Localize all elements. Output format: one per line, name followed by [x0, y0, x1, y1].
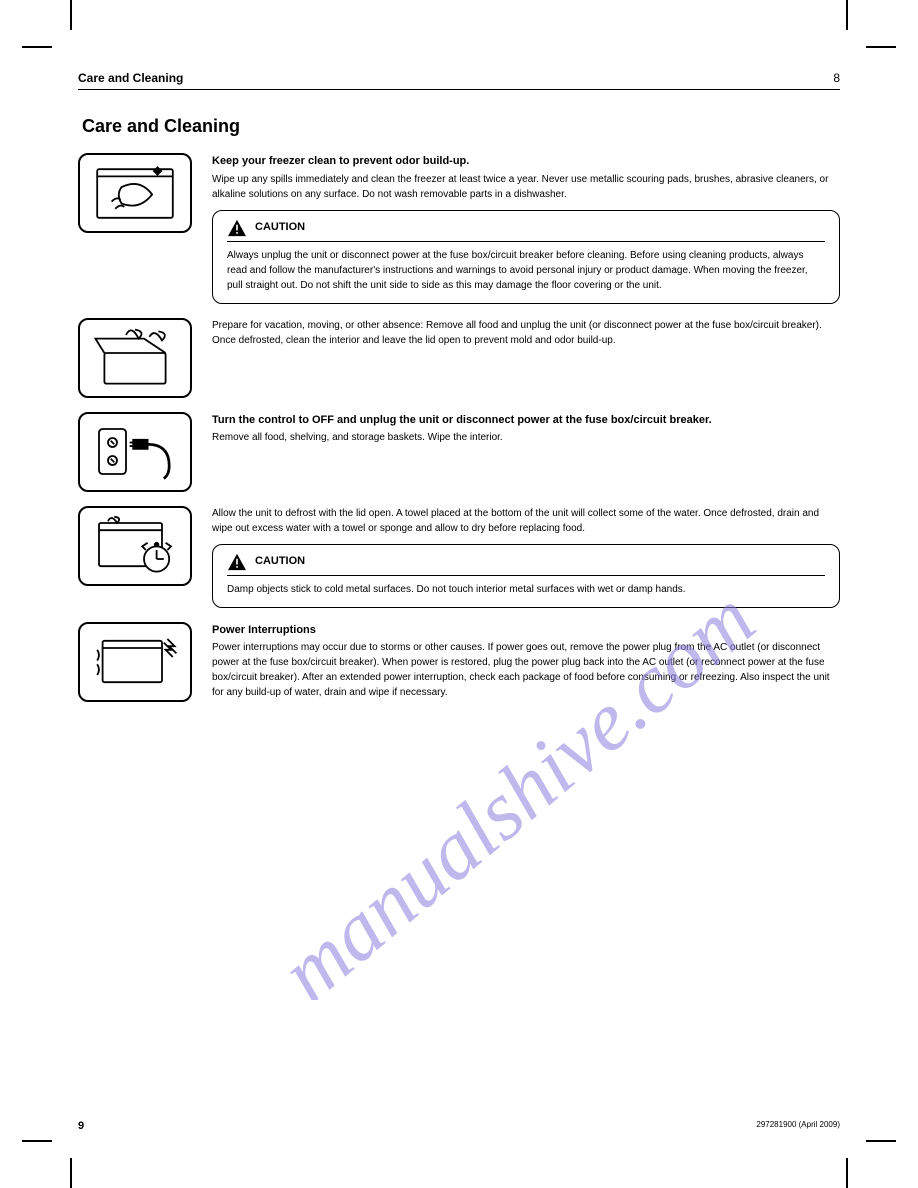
crop-mark	[846, 1158, 848, 1188]
warning-triangle-icon	[227, 219, 247, 237]
page-title: Care and Cleaning	[82, 116, 840, 137]
section-body: Prepare for vacation, moving, or other a…	[212, 318, 840, 348]
warning-triangle-icon	[227, 553, 247, 571]
caution-header: CAUTION	[227, 553, 825, 576]
section-body: Power interruptions may occur due to sto…	[212, 640, 840, 700]
clean-surface-icon	[78, 153, 192, 233]
defrost-clock-icon	[78, 506, 192, 586]
manual-page: manualshive.com Care and Cleaning 8 Care…	[0, 0, 918, 1188]
page-number: 9	[78, 1120, 84, 1132]
crop-mark	[866, 1140, 896, 1142]
header-title: Care and Cleaning	[78, 71, 183, 85]
crop-mark	[70, 1158, 72, 1188]
caution-box: CAUTION Damp objects stick to cold metal…	[212, 544, 840, 608]
section-body: Allow the unit to defrost with the lid o…	[212, 506, 840, 536]
crop-mark	[22, 46, 52, 48]
section-text: Turn the control to OFF and unplug the u…	[212, 412, 840, 446]
crop-mark	[846, 0, 848, 30]
crop-mark	[866, 46, 896, 48]
caution-body: Damp objects stick to cold metal surface…	[227, 582, 825, 597]
caution-title: CAUTION	[255, 553, 305, 570]
section-vacation: Prepare for vacation, moving, or other a…	[78, 318, 840, 398]
page-footer: 9 297281900 (April 2009)	[78, 1120, 840, 1132]
doc-id: 297281900 (April 2009)	[756, 1120, 840, 1132]
section-unplug: Turn the control to OFF and unplug the u…	[78, 412, 840, 492]
section-text: Allow the unit to defrost with the lid o…	[212, 506, 840, 608]
section-heading: Keep your freezer clean to prevent odor …	[212, 153, 840, 170]
section-text: Prepare for vacation, moving, or other a…	[212, 318, 840, 348]
open-lid-icon	[78, 318, 192, 398]
caution-body: Always unplug the unit or disconnect pow…	[227, 248, 825, 293]
unplug-icon	[78, 412, 192, 492]
section-body: Wipe up any spills immediately and clean…	[212, 172, 840, 202]
page-header: Care and Cleaning 8	[78, 66, 840, 90]
section-cleaning: Keep your freezer clean to prevent odor …	[78, 153, 840, 304]
section-text: Power Interruptions Power interruptions …	[212, 622, 840, 701]
crop-mark	[70, 0, 72, 30]
section-defrost: Allow the unit to defrost with the lid o…	[78, 506, 840, 608]
section-body: Remove all food, shelving, and storage b…	[212, 430, 840, 445]
caution-header: CAUTION	[227, 219, 825, 242]
header-page: 8	[833, 71, 840, 85]
power-surge-icon	[78, 622, 192, 702]
section-heading: Power Interruptions	[212, 622, 840, 639]
section-power: Power Interruptions Power interruptions …	[78, 622, 840, 702]
section-heading: Turn the control to OFF and unplug the u…	[212, 412, 840, 429]
section-text: Keep your freezer clean to prevent odor …	[212, 153, 840, 304]
caution-box: CAUTION Always unplug the unit or discon…	[212, 210, 840, 304]
crop-mark	[22, 1140, 52, 1142]
page-content: Care and Cleaning Keep your freezer clea…	[78, 90, 840, 702]
caution-title: CAUTION	[255, 219, 305, 236]
